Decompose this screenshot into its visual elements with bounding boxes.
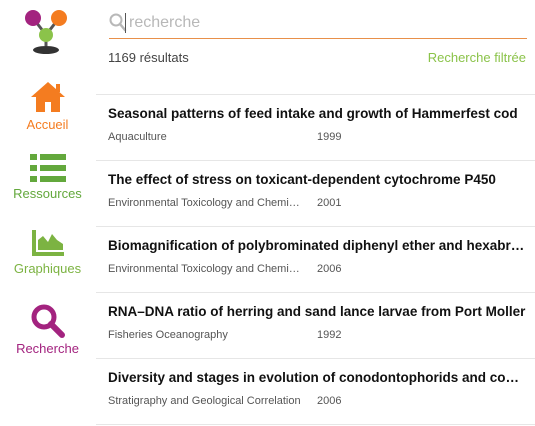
result-title[interactable]: Biomagnification of polybrominated diphe…	[108, 238, 526, 253]
molecule-logo[interactable]	[23, 8, 69, 56]
search-bar	[109, 10, 527, 39]
nav-ressources-label: Ressources	[13, 186, 82, 201]
result-item[interactable]: Biomagnification of polybrominated diphe…	[96, 227, 535, 293]
nav-recherche[interactable]: Recherche	[0, 304, 95, 356]
nav-accueil[interactable]: Accueil	[0, 80, 95, 132]
result-title[interactable]: The effect of stress on toxicant-depende…	[108, 172, 526, 187]
main-content: 1169 résultats Recherche filtrée Seasona…	[96, 0, 535, 426]
result-item[interactable]: Diversity and stages in evolution of con…	[96, 359, 535, 425]
nav-graphiques-label: Graphiques	[13, 261, 82, 276]
home-icon	[30, 82, 65, 112]
result-year: 1999	[317, 131, 342, 143]
result-journal: Environmental Toxicology and Chemistry	[108, 197, 303, 209]
result-item[interactable]: RNA–DNA ratio of herring and sand lance …	[96, 293, 535, 359]
result-journal: Aquaculture	[108, 131, 167, 143]
result-year: 2001	[317, 197, 342, 209]
result-title[interactable]: Diversity and stages in evolution of con…	[108, 370, 526, 385]
result-year: 2006	[317, 263, 342, 275]
result-year: 2006	[317, 395, 342, 407]
results-list: Seasonal patterns of feed intake and gro…	[96, 95, 535, 425]
result-title[interactable]: Seasonal patterns of feed intake and gro…	[108, 106, 526, 121]
search-icon	[31, 304, 65, 338]
result-journal: Stratigraphy and Geological Correlation	[108, 395, 301, 407]
result-item[interactable]: The effect of stress on toxicant-depende…	[96, 161, 535, 227]
nav-ressources[interactable]: Ressources	[0, 153, 95, 201]
nav-recherche-label: Recherche	[16, 341, 79, 356]
text-cursor	[125, 13, 126, 33]
filtered-search-link[interactable]: Recherche filtrée	[428, 50, 526, 65]
result-year: 1992	[317, 329, 342, 341]
area-chart-icon	[31, 230, 64, 256]
nav-accueil-label: Accueil	[26, 117, 69, 132]
result-item[interactable]: Seasonal patterns of feed intake and gro…	[96, 95, 535, 161]
nav-graphiques[interactable]: Graphiques	[0, 228, 95, 276]
result-journal: Fisheries Oceanography	[108, 329, 228, 341]
result-title[interactable]: RNA–DNA ratio of herring and sand lance …	[108, 304, 526, 319]
search-input[interactable]	[129, 13, 519, 33]
results-count: 1169 résultats	[108, 50, 189, 65]
sidebar: Accueil Ressources Graphiques Recherche	[0, 0, 95, 426]
result-journal: Environmental Toxicology and Chemistry	[108, 263, 303, 275]
list-icon	[29, 154, 66, 182]
